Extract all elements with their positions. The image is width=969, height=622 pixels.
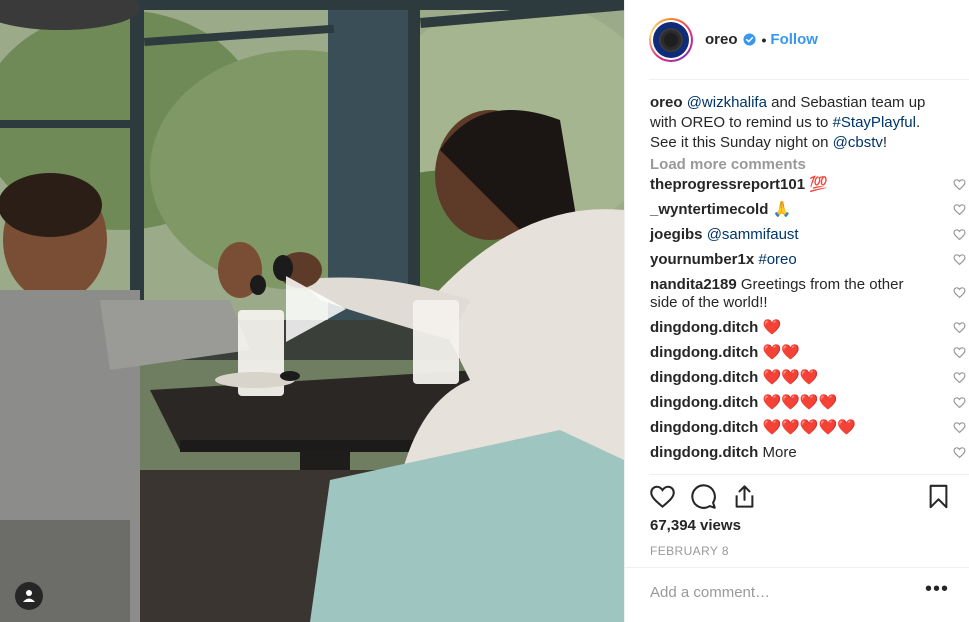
comment-row: dingdong.ditch More <box>650 444 966 462</box>
comment-username[interactable]: dingdong.ditch <box>650 394 758 411</box>
comment-row: theprogressreport101 💯 <box>650 176 966 194</box>
comment-box-divider <box>625 567 969 568</box>
comment-text: ❤️❤️ <box>758 344 800 361</box>
heart-icon <box>953 254 966 266</box>
comment-row: dingdong.ditch ❤️❤️ <box>650 344 966 362</box>
comment-text: ❤️❤️❤️ <box>758 369 819 386</box>
comment-like-button[interactable] <box>953 178 967 192</box>
comment-username[interactable]: yournumber1x <box>650 251 754 268</box>
comment-row: dingdong.ditch ❤️❤️❤️❤️❤️ <box>650 419 966 437</box>
username-link[interactable]: oreo <box>705 31 738 48</box>
comment-mention[interactable]: @sammifaust <box>707 226 799 243</box>
action-bar <box>649 483 949 515</box>
view-count[interactable]: 67,394 views <box>650 517 741 534</box>
comment-row: yournumber1x #oreo <box>650 251 966 269</box>
more-options-button[interactable]: ••• <box>925 579 949 603</box>
comment-username[interactable]: theprogressreport101 <box>650 176 805 193</box>
comment-like-button[interactable] <box>953 321 967 335</box>
comment-text: ❤️❤️❤️❤️ <box>758 394 838 411</box>
heart-icon <box>953 322 966 334</box>
comment-row: dingdong.ditch ❤️ <box>650 319 966 337</box>
comment-like-button[interactable] <box>953 421 967 435</box>
comment-row: dingdong.ditch ❤️❤️❤️ <box>650 369 966 387</box>
comment-row: nandita2189 Greetings from the other sid… <box>650 276 966 312</box>
comment-username[interactable]: dingdong.ditch <box>650 344 758 361</box>
play-icon <box>286 276 346 342</box>
save-button[interactable] <box>925 483 953 511</box>
post-header: oreo • Follow <box>625 0 969 79</box>
post-video[interactable] <box>0 0 624 622</box>
add-comment-input[interactable] <box>650 580 910 604</box>
comment-more-link[interactable]: More <box>758 444 796 461</box>
comment-rows: theprogressreport101 💯 _wyntertimecold 🙏 j… <box>650 176 966 466</box>
comment-row: _wyntertimecold 🙏 <box>650 201 966 219</box>
comment-button[interactable] <box>690 483 718 511</box>
comment-icon <box>691 484 716 509</box>
comment-like-button[interactable] <box>953 396 967 410</box>
like-button[interactable] <box>649 483 677 511</box>
comment-username[interactable]: dingdong.ditch <box>650 444 758 461</box>
play-button[interactable] <box>280 272 350 346</box>
load-more-comments-button[interactable]: Load more comments <box>650 154 950 176</box>
comment-text: 🙏 <box>768 201 792 218</box>
share-icon <box>735 485 754 508</box>
user-tag-icon <box>23 590 35 602</box>
comment-text: ❤️❤️❤️❤️❤️ <box>758 419 856 436</box>
comment-username[interactable]: dingdong.ditch <box>650 319 758 336</box>
comment-like-button[interactable] <box>953 371 967 385</box>
post-sidebar: oreo • Follow oreo @wizkhalifa and Sebas… <box>624 0 969 622</box>
header-divider <box>649 79 969 80</box>
avatar-image <box>653 21 689 58</box>
comment-username[interactable]: dingdong.ditch <box>650 369 758 386</box>
comment-like-button[interactable] <box>953 346 967 360</box>
header-separator: • <box>761 31 767 48</box>
heart-icon <box>953 372 966 384</box>
verified-badge-icon <box>742 33 756 46</box>
caption-text: ! <box>882 134 888 151</box>
comments-list: oreo @wizkhalifa and Sebastian team up w… <box>650 93 966 466</box>
heart-icon <box>953 447 966 459</box>
comment-text: ❤️ <box>758 319 782 336</box>
heart-icon <box>953 397 966 409</box>
follow-button[interactable]: Follow <box>770 31 818 48</box>
post-caption: oreo @wizkhalifa and Sebastian team up w… <box>650 93 950 153</box>
caption-mention[interactable]: @cbstv <box>833 134 883 151</box>
comment-username[interactable]: dingdong.ditch <box>650 419 758 436</box>
heart-icon <box>953 204 966 216</box>
caption-author[interactable]: oreo <box>650 94 683 111</box>
comment-mention[interactable]: #oreo <box>758 251 796 268</box>
bookmark-icon <box>929 484 948 509</box>
heart-icon <box>953 347 966 359</box>
comment-text: 💯 <box>805 176 828 193</box>
avatar[interactable] <box>649 17 693 62</box>
comment-like-button[interactable] <box>953 286 967 300</box>
comment-like-button[interactable] <box>953 253 967 267</box>
comment-like-button[interactable] <box>953 446 967 460</box>
heart-icon <box>650 485 675 508</box>
caption-hashtag[interactable]: #StayPlayful <box>833 114 916 131</box>
oreo-logo-icon <box>659 27 683 52</box>
comment-username[interactable]: _wyntertimecold <box>650 201 768 218</box>
comment-row: dingdong.ditch ❤️❤️❤️❤️ <box>650 394 966 412</box>
comment-row: joegibs @sammifaust <box>650 226 966 244</box>
comment-like-button[interactable] <box>953 203 967 217</box>
caption-mention[interactable]: @wizkhalifa <box>687 94 767 111</box>
share-button[interactable] <box>731 483 759 511</box>
post-date[interactable]: FEBRUARY 8 <box>650 544 729 558</box>
heart-icon <box>953 422 966 434</box>
comment-like-button[interactable] <box>953 228 967 242</box>
heart-icon <box>953 287 966 299</box>
heart-icon <box>953 229 966 241</box>
user-tag-button[interactable] <box>15 582 43 610</box>
comment-username[interactable]: nandita2189 <box>650 276 737 293</box>
heart-icon <box>953 179 966 191</box>
comment-username[interactable]: joegibs <box>650 226 703 243</box>
actions-divider <box>649 474 969 475</box>
